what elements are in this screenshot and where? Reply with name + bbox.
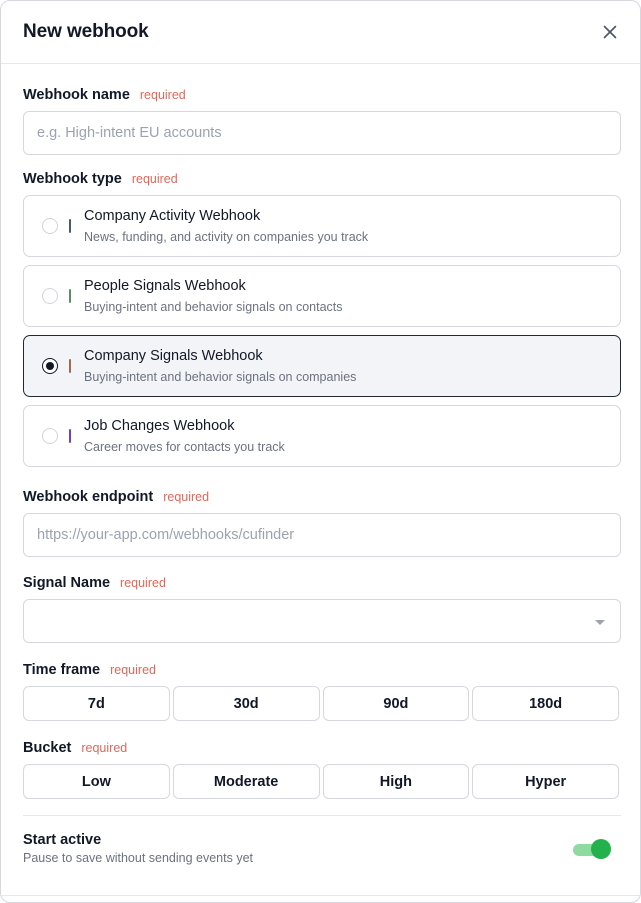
time-frame-180d-button[interactable]: 180d xyxy=(472,686,619,721)
close-button[interactable] xyxy=(598,20,622,44)
bucket-low-button[interactable]: Low xyxy=(23,764,170,799)
required-tag: required xyxy=(131,172,178,186)
type-option-job-changes[interactable]: Job Changes Webhook Career moves for con… xyxy=(23,405,621,467)
type-color-bar xyxy=(69,219,71,233)
required-tag: required xyxy=(81,741,128,755)
bucket-label: Bucket xyxy=(23,740,72,756)
type-option-title: Job Changes Webhook xyxy=(84,418,235,434)
type-option-text: Company Signals Webhook Buying-intent an… xyxy=(84,348,356,384)
type-option-desc: News, funding, and activity on companies… xyxy=(84,230,369,244)
toggle-knob xyxy=(591,838,611,859)
start-active-label: Start active xyxy=(23,832,102,848)
webhook-endpoint-label-row: Webhook endpoint required xyxy=(23,489,619,505)
radio-button[interactable] xyxy=(42,288,58,304)
type-option-desc: Buying-intent and behavior signals on co… xyxy=(84,370,357,384)
type-option-text: Company Activity Webhook News, funding, … xyxy=(84,208,368,244)
bucket-high-button[interactable]: High xyxy=(322,764,470,799)
footer-divider xyxy=(1,895,640,896)
radio-dot xyxy=(46,362,54,370)
type-option-text: Job Changes Webhook Career moves for con… xyxy=(84,418,285,454)
type-color-bar xyxy=(69,289,71,303)
dialog-body: Webhook name required Webhook type requi… xyxy=(1,87,640,865)
type-option-company-signals[interactable]: Company Signals Webhook Buying-intent an… xyxy=(23,335,621,397)
type-option-title: People Signals Webhook xyxy=(84,278,246,294)
webhook-endpoint-input[interactable] xyxy=(23,513,621,557)
bucket-moderate-button[interactable]: Moderate xyxy=(172,764,320,799)
type-option-desc: Buying-intent and behavior signals on co… xyxy=(84,300,343,314)
type-option-people-signals[interactable]: People Signals Webhook Buying-intent and… xyxy=(23,265,621,327)
time-frame-segmented: 7d 30d 90d 180d xyxy=(23,686,619,721)
start-active-text: Start active Pause to save without sendi… xyxy=(23,832,253,865)
webhook-name-input[interactable] xyxy=(23,111,621,155)
type-option-title: Company Activity Webhook xyxy=(84,208,261,224)
start-active-desc: Pause to save without sending events yet xyxy=(23,851,254,865)
required-tag: required xyxy=(120,576,166,590)
dialog-title: New webhook xyxy=(23,21,149,42)
type-option-title: Company Signals Webhook xyxy=(84,348,263,364)
webhook-type-options: Company Activity Webhook News, funding, … xyxy=(23,195,621,467)
signal-name-label: Signal Name xyxy=(23,575,111,591)
time-frame-label-row: Time frame required xyxy=(23,662,619,678)
bucket-label-row: Bucket required xyxy=(23,740,619,756)
type-option-text: People Signals Webhook Buying-intent and… xyxy=(84,278,343,314)
required-tag: required xyxy=(110,663,156,677)
radio-button[interactable] xyxy=(42,218,58,234)
webhook-type-label-row: Webhook type required xyxy=(23,171,619,187)
webhook-name-label-row: Webhook name required xyxy=(23,87,619,103)
divider xyxy=(23,815,621,816)
type-option-company-activity[interactable]: Company Activity Webhook News, funding, … xyxy=(23,195,621,257)
bucket-segmented: Low Moderate High Hyper xyxy=(23,764,619,799)
start-active-toggle[interactable] xyxy=(573,838,611,859)
type-color-bar xyxy=(69,429,71,443)
type-color-bar xyxy=(69,359,71,373)
signal-name-label-row: Signal Name required xyxy=(23,575,619,591)
close-icon xyxy=(603,25,617,39)
radio-button-selected[interactable] xyxy=(42,358,58,374)
time-frame-label: Time frame xyxy=(23,662,101,678)
time-frame-30d-button[interactable]: 30d xyxy=(172,686,320,721)
time-frame-90d-button[interactable]: 90d xyxy=(322,686,470,721)
start-active-row: Start active Pause to save without sendi… xyxy=(23,832,619,865)
radio-button[interactable] xyxy=(42,428,58,444)
required-tag: required xyxy=(163,490,210,504)
time-frame-7d-button[interactable]: 7d xyxy=(23,686,170,721)
dialog-header: New webhook xyxy=(1,1,640,64)
webhook-name-label: Webhook name xyxy=(23,87,130,103)
bucket-hyper-button[interactable]: Hyper xyxy=(472,764,619,799)
new-webhook-dialog: New webhook Webhook name required Webhoo… xyxy=(0,0,641,903)
type-option-desc: Career moves for contacts you track xyxy=(84,440,285,454)
webhook-type-label: Webhook type xyxy=(23,171,122,187)
signal-name-select[interactable] xyxy=(23,599,621,643)
chevron-down-icon xyxy=(595,620,605,625)
required-tag: required xyxy=(139,88,186,102)
webhook-endpoint-label: Webhook endpoint xyxy=(23,489,154,505)
